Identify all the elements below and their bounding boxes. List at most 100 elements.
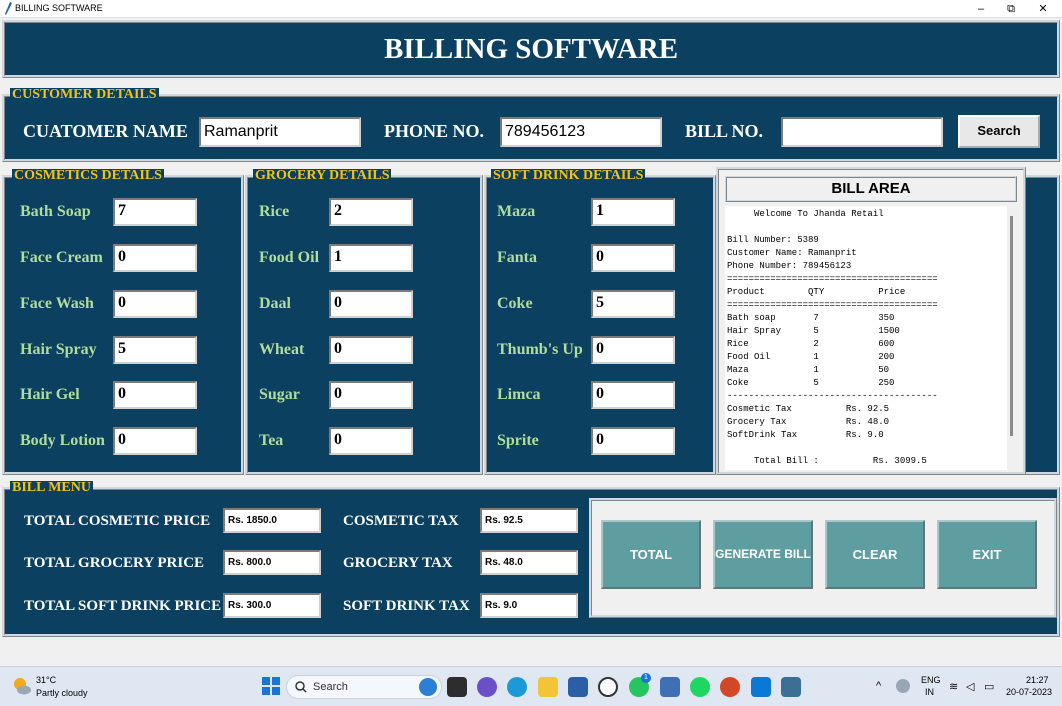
bill-line: Rice 2 600 xyxy=(727,339,895,349)
taskbar-search-box[interactable]: Search xyxy=(286,675,442,699)
volume-icon[interactable]: ◁ xyxy=(966,680,974,693)
clear-button[interactable]: CLEAR xyxy=(825,520,925,589)
file-explorer-icon[interactable] xyxy=(538,677,558,697)
notepad-icon[interactable] xyxy=(660,677,680,697)
qty-field-limca[interactable]: 0 xyxy=(591,381,675,409)
clock-date[interactable]: 20-07-2023 xyxy=(1006,687,1052,697)
battery-icon[interactable]: ▭ xyxy=(984,680,994,693)
weather-icon[interactable] xyxy=(12,676,32,696)
cosmetic-tax-field[interactable]: Rs. 92.5 xyxy=(480,508,578,533)
bill-line: Customer Name: Ramanprit xyxy=(727,248,857,258)
chat-icon[interactable] xyxy=(477,677,497,697)
total-button[interactable]: TOTAL xyxy=(601,520,701,589)
customer-details-legend: CUSTOMER DETAILS xyxy=(10,87,159,102)
bill-line: Product QTY Price xyxy=(727,287,906,297)
close-button[interactable]: ✕ xyxy=(1028,0,1058,18)
python-app-icon[interactable] xyxy=(781,677,801,697)
item-label-sugar: Sugar xyxy=(259,386,300,403)
banner-title: BILLING SOFTWARE xyxy=(383,33,679,65)
minimize-button[interactable]: – xyxy=(966,0,996,18)
chevron-up-icon[interactable]: ^ xyxy=(876,680,881,692)
maximize-button[interactable]: ⧉ xyxy=(996,0,1026,18)
qty-field-body-lotion[interactable]: 0 xyxy=(113,427,197,455)
softdrink-legend: SOFT DRINK DETAILS xyxy=(491,168,646,183)
qty-field-tea[interactable]: 0 xyxy=(329,427,413,455)
generate-bill-button[interactable]: GENERATE BILL xyxy=(713,520,813,589)
clock-time[interactable]: 21:27 xyxy=(1026,675,1049,685)
exit-button[interactable]: EXIT xyxy=(937,520,1037,589)
bill-line: Coke 5 250 xyxy=(727,378,895,388)
bill-line: Phone Number: 789456123 xyxy=(727,261,852,271)
qty-field-thumbs-up[interactable]: 0 xyxy=(591,336,675,364)
total-cosmetic-label: TOTAL COSMETIC PRICE xyxy=(24,513,211,529)
wifi-icon[interactable]: ≋ xyxy=(949,680,958,693)
softdrink-tax-field[interactable]: Rs. 9.0 xyxy=(480,593,578,618)
qty-field-sprite[interactable]: 0 xyxy=(591,427,675,455)
taskbar-search-label: Search xyxy=(313,681,348,693)
qty-field-face-cream[interactable]: 0 xyxy=(113,244,197,272)
weather-desc: Partly cloudy xyxy=(36,688,88,698)
bill-line: Cosmetic Tax Rs. 92.5 xyxy=(727,404,890,414)
softdrink-panel: SOFT DRINK DETAILS Maza 1 Fanta 0 Coke 5… xyxy=(484,169,716,475)
item-label-wheat: Wheat xyxy=(259,341,305,358)
qty-field-wheat[interactable]: 0 xyxy=(329,336,413,364)
bill-line: Maza 1 50 xyxy=(727,365,890,375)
window-titlebar: BILLING SOFTWARE – ⧉ ✕ xyxy=(0,0,1062,18)
qty-field-hair-spray[interactable]: 5 xyxy=(113,336,197,364)
qty-field-face-wash[interactable]: 0 xyxy=(113,290,197,318)
item-label-fanta: Fanta xyxy=(497,249,537,266)
item-label-bath-soap: Bath Soap xyxy=(20,203,91,220)
window-title: BILLING SOFTWARE xyxy=(15,3,103,13)
qty-field-daal[interactable]: 0 xyxy=(329,290,413,318)
item-label-food-oil: Food Oil xyxy=(259,249,320,266)
language-top[interactable]: ENG xyxy=(921,675,941,685)
bill-line: Grocery Tax Rs. 48.0 xyxy=(727,417,890,427)
app-window: BILLING SOFTWARE CUSTOMER DETAILS CUATOM… xyxy=(0,18,1062,666)
spotify-icon[interactable] xyxy=(690,677,710,697)
total-softdrink-field[interactable]: Rs. 300.0 xyxy=(223,593,321,618)
bing-icon xyxy=(419,678,437,696)
qty-field-maza[interactable]: 1 xyxy=(591,198,675,226)
vscode-icon[interactable] xyxy=(751,677,771,697)
windows-start-icon[interactable] xyxy=(262,677,280,695)
qty-field-bath-soap[interactable]: 7 xyxy=(113,198,197,226)
onedrive-icon[interactable] xyxy=(896,679,910,693)
grocery-tax-field[interactable]: Rs. 48.0 xyxy=(480,550,578,575)
phone-field[interactable]: 789456123 xyxy=(500,117,662,147)
item-label-face-wash: Face Wash xyxy=(20,295,94,312)
task-view-icon[interactable] xyxy=(447,677,467,697)
powerpoint-icon[interactable] xyxy=(720,677,740,697)
language-bottom[interactable]: IN xyxy=(925,687,934,697)
qty-field-sugar[interactable]: 0 xyxy=(329,381,413,409)
qty-field-hair-gel[interactable]: 0 xyxy=(113,381,197,409)
customer-details-panel: CUSTOMER DETAILS CUATOMER NAME Ramanprit… xyxy=(2,88,1060,162)
item-label-hair-spray: Hair Spray xyxy=(20,341,97,358)
bill-textbox[interactable]: Welcome To Jhanda Retail Bill Number: 538… xyxy=(725,206,1017,470)
feather-icon xyxy=(5,2,12,15)
qty-field-fanta[interactable]: 0 xyxy=(591,244,675,272)
banner: BILLING SOFTWARE xyxy=(2,20,1060,78)
grocery-panel: GROCERY DETAILS Rice 2 Food Oil 1 Daal 0… xyxy=(245,169,483,475)
bill-number-field[interactable] xyxy=(781,117,943,147)
bill-line: Bath soap 7 350 xyxy=(727,313,895,323)
total-cosmetic-field[interactable]: Rs. 1850.0 xyxy=(223,508,321,533)
edge-icon[interactable] xyxy=(507,677,527,697)
bill-scrollbar-thumb[interactable] xyxy=(1010,216,1013,436)
cosmetic-tax-label: COSMETIC TAX xyxy=(343,513,459,529)
item-label-coke: Coke xyxy=(497,295,533,312)
notification-badge: 1 xyxy=(641,673,651,683)
bill-scrollbar[interactable] xyxy=(1007,206,1017,470)
customer-name-field[interactable]: Ramanprit xyxy=(199,117,361,147)
search-button[interactable]: Search xyxy=(958,115,1040,148)
total-grocery-field[interactable]: Rs. 800.0 xyxy=(223,550,321,575)
qty-field-coke[interactable]: 5 xyxy=(591,290,675,318)
item-label-thumbs-up: Thumb's Up xyxy=(497,341,583,358)
dell-icon[interactable] xyxy=(598,677,618,697)
qty-field-food-oil[interactable]: 1 xyxy=(329,244,413,272)
item-label-limca: Limca xyxy=(497,386,541,403)
store-icon[interactable] xyxy=(568,677,588,697)
bill-number-label: BILL NO. xyxy=(685,121,764,141)
qty-field-rice[interactable]: 2 xyxy=(329,198,413,226)
bill-line: Total Bill : Rs. 3099.5 xyxy=(727,456,927,466)
item-label-maza: Maza xyxy=(497,203,536,220)
